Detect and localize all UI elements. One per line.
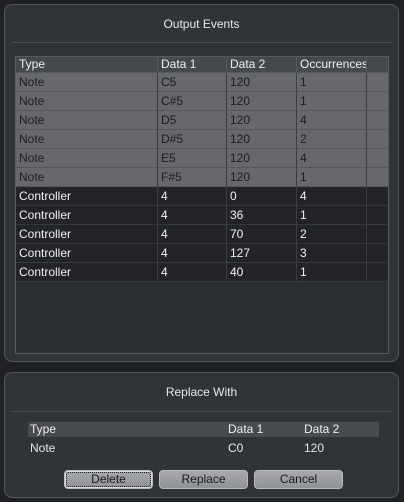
- cell-type: Controller: [16, 225, 158, 244]
- table-row[interactable]: Controller 4 127 3: [16, 244, 388, 263]
- output-events-title: Output Events: [163, 17, 240, 31]
- replace-data2-value[interactable]: 120: [302, 437, 379, 459]
- column-header-data1: Data 1: [228, 422, 264, 436]
- cancel-button[interactable]: Cancel: [254, 470, 343, 489]
- cell-spacer: [367, 225, 388, 244]
- cell-data2: 70: [227, 225, 297, 244]
- replace-row[interactable]: Note C0 120: [28, 437, 379, 459]
- cell-data2: 120: [227, 73, 297, 92]
- cell-spacer: [367, 206, 388, 225]
- cell-data1: 4: [158, 244, 227, 263]
- table-row[interactable]: Controller 4 36 1: [16, 206, 388, 225]
- cell-data2: 120: [227, 168, 297, 187]
- column-header-type[interactable]: Type: [16, 57, 158, 72]
- column-header-data1[interactable]: Data 1: [158, 57, 227, 72]
- cell-occurrences: 2: [297, 225, 367, 244]
- cell-data2: 0: [227, 187, 297, 206]
- replace-with-panel: Replace With Type Data 1 Data 2 Note C0 …: [4, 372, 399, 498]
- cell-data2: 127: [227, 244, 297, 263]
- replace-with-table[interactable]: Type Data 1 Data 2 Note C0 120: [28, 422, 379, 462]
- table-row[interactable]: Controller 4 40 1: [16, 263, 388, 282]
- cell-occurrences: 4: [297, 111, 367, 130]
- cell-spacer: [367, 149, 388, 168]
- cell-data1: F#5: [158, 168, 227, 187]
- cell-data2: 40: [227, 263, 297, 282]
- cell-data1: C#5: [158, 92, 227, 111]
- table-row[interactable]: Note D#5 120 2: [16, 130, 388, 149]
- cell-data2: 120: [227, 111, 297, 130]
- cell-spacer: [367, 187, 388, 206]
- cell-type: Note: [16, 92, 158, 111]
- output-events-table[interactable]: Type Data 1 Data 2 Occurrences Note C5 1…: [15, 56, 389, 354]
- table-row[interactable]: Controller 4 0 4: [16, 187, 388, 206]
- table-header: Type Data 1 Data 2 Occurrences: [16, 57, 388, 73]
- cell-data1: D#5: [158, 130, 227, 149]
- cell-type: Note: [16, 149, 158, 168]
- cell-occurrences: 1: [297, 206, 367, 225]
- cell-data1: 4: [158, 263, 227, 282]
- cell-type: Note: [16, 168, 158, 187]
- cell-data1: E5: [158, 149, 227, 168]
- delete-button[interactable]: Delete: [64, 470, 153, 489]
- table-row[interactable]: Note C5 120 1: [16, 73, 388, 92]
- replace-type-value[interactable]: Note: [28, 437, 226, 459]
- cell-occurrences: 1: [297, 73, 367, 92]
- cell-data2: 120: [227, 130, 297, 149]
- cell-spacer: [367, 168, 388, 187]
- replace-table-header: Type Data 1 Data 2: [28, 422, 379, 437]
- cell-data1: C5: [158, 73, 227, 92]
- cell-data1: D5: [158, 111, 227, 130]
- column-header-occurrences[interactable]: Occurrences: [297, 57, 367, 72]
- cell-occurrences: 4: [297, 149, 367, 168]
- cell-type: Note: [16, 111, 158, 130]
- table-row[interactable]: Note C#5 120 1: [16, 92, 388, 111]
- table-row[interactable]: Controller 4 70 2: [16, 225, 388, 244]
- cell-occurrences: 1: [297, 92, 367, 111]
- column-header-type: Type: [30, 422, 57, 436]
- cell-type: Controller: [16, 244, 158, 263]
- cell-type: Controller: [16, 187, 158, 206]
- cell-occurrences: 3: [297, 244, 367, 263]
- title-separator: [11, 411, 392, 412]
- replace-data1-value[interactable]: C0: [226, 437, 302, 459]
- cell-data1: 4: [158, 187, 227, 206]
- replace-with-title: Replace With: [165, 385, 238, 399]
- column-header-data2[interactable]: Data 2: [227, 57, 297, 72]
- cell-occurrences: 4: [297, 187, 367, 206]
- cell-spacer: [367, 263, 388, 282]
- cell-spacer: [367, 130, 388, 149]
- cell-data1: 4: [158, 206, 227, 225]
- cell-spacer: [367, 92, 388, 111]
- table-row[interactable]: Note E5 120 4: [16, 149, 388, 168]
- cell-data1: 4: [158, 225, 227, 244]
- column-header-spacer: [367, 57, 388, 72]
- table-row[interactable]: Note D5 120 4: [16, 111, 388, 130]
- cell-data2: 120: [227, 92, 297, 111]
- cell-type: Note: [16, 130, 158, 149]
- cell-data2: 120: [227, 149, 297, 168]
- cell-spacer: [367, 244, 388, 263]
- cell-type: Controller: [16, 263, 158, 282]
- table-row[interactable]: Note F#5 120 1: [16, 168, 388, 187]
- cell-occurrences: 2: [297, 130, 367, 149]
- cell-occurrences: 1: [297, 168, 367, 187]
- cell-spacer: [367, 111, 388, 130]
- cell-occurrences: 1: [297, 263, 367, 282]
- cell-spacer: [367, 73, 388, 92]
- cell-type: Controller: [16, 206, 158, 225]
- output-events-panel: Output Events Type Data 1 Data 2 Occurre…: [4, 4, 399, 362]
- cell-data2: 36: [227, 206, 297, 225]
- title-separator: [11, 42, 392, 43]
- cell-type: Note: [16, 73, 158, 92]
- column-header-data2: Data 2: [304, 422, 340, 436]
- replace-button[interactable]: Replace: [159, 470, 248, 489]
